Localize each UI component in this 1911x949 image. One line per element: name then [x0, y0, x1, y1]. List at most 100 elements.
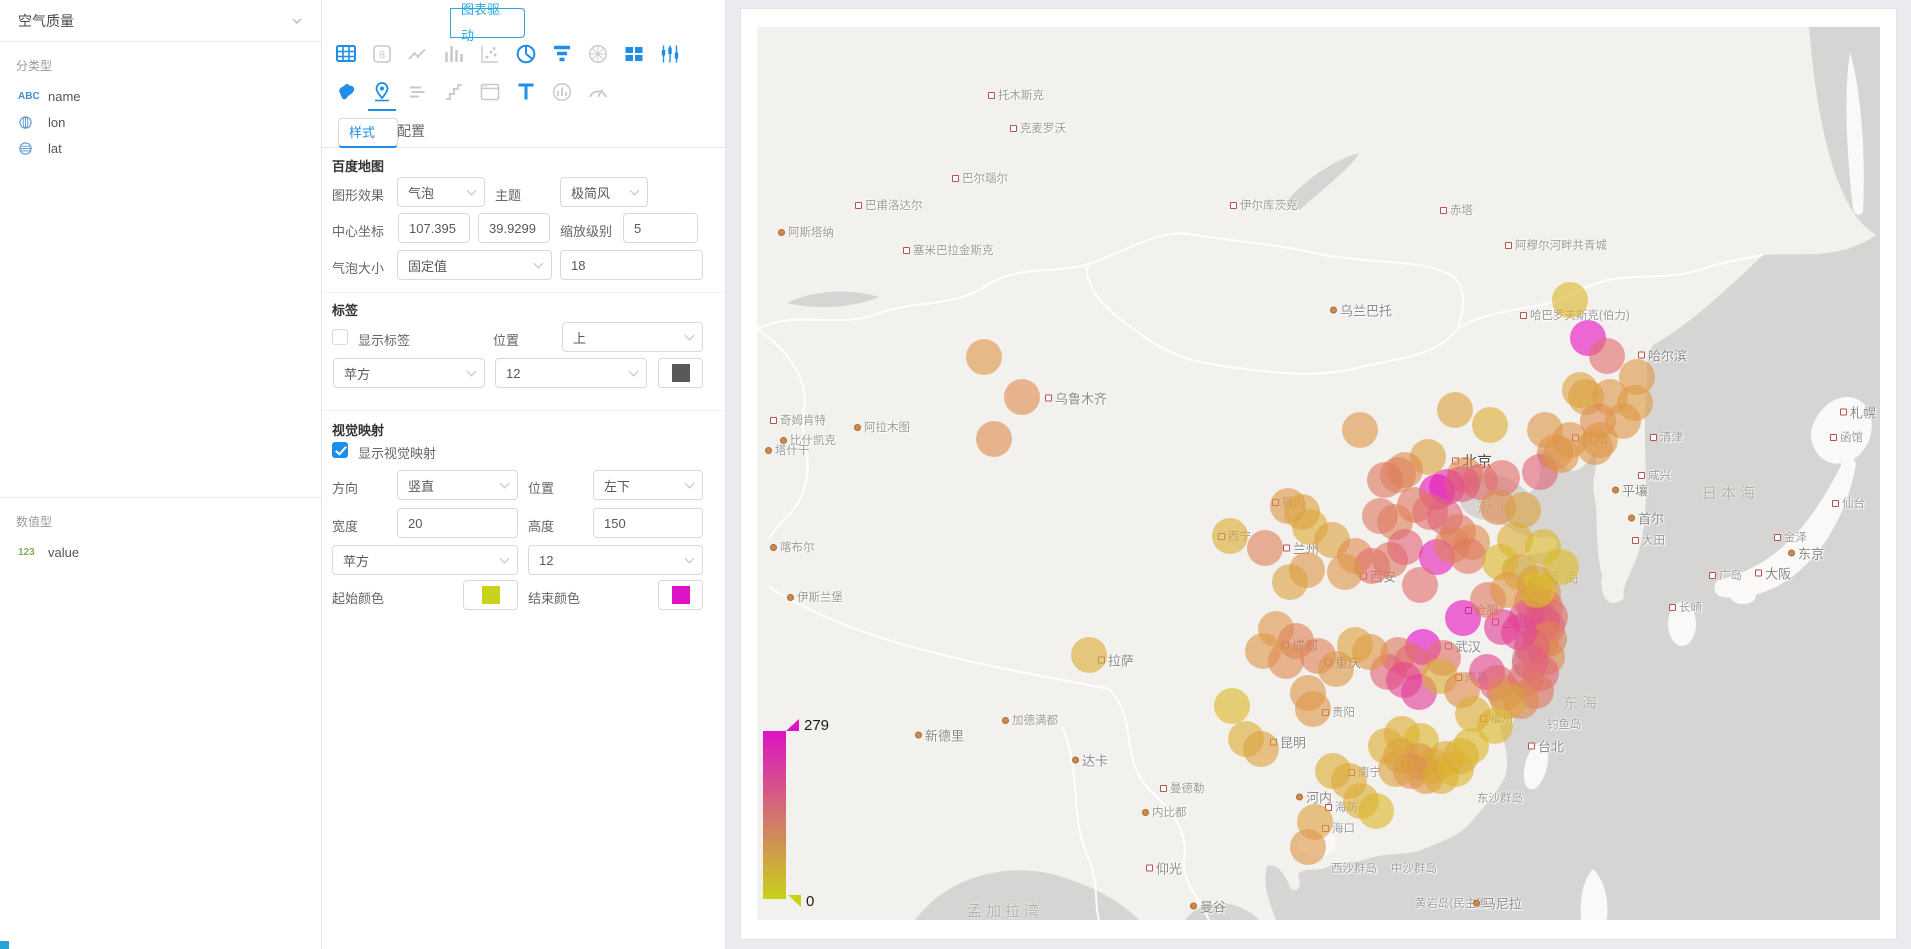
chart-ball-icon[interactable] [551, 81, 573, 103]
map-data-bubble [1552, 282, 1588, 318]
map-city-label-text: 首尔 [1638, 511, 1665, 527]
bar-chart-icon[interactable] [443, 43, 465, 65]
vm-height-input[interactable] [593, 508, 703, 538]
vm-end-color-button[interactable] [658, 580, 703, 610]
city-marker-icon [1230, 201, 1237, 209]
field-label: value [48, 544, 80, 560]
show-label-checkbox[interactable] [332, 329, 348, 345]
map-city-label-text: 平壤 [1622, 483, 1649, 499]
bubble-size-mode-select[interactable]: 固定值 [397, 250, 552, 280]
vm-start-color-button[interactable] [463, 580, 518, 610]
vm-direction-label: 方向 [332, 481, 359, 496]
label-font-size-select[interactable]: 12 [495, 358, 647, 388]
map-city-label-text: 塞米巴拉金斯克 [913, 245, 994, 257]
vm-font-size-select[interactable]: 12 [528, 545, 703, 575]
location-map-icon[interactable] [368, 81, 396, 111]
center-lon-input[interactable] [398, 213, 470, 243]
zoom-level-input[interactable] [623, 213, 698, 243]
map-city-label-text: 奇姆肯特 [780, 415, 826, 427]
city-marker-icon [1638, 471, 1645, 479]
map-city-label-text: 函馆 [1840, 432, 1863, 444]
chart-driven-button[interactable]: 图表驱动 [450, 2, 526, 43]
map-city-label-text: 海口 [1332, 823, 1355, 835]
label-color-button[interactable] [658, 358, 703, 388]
map-city-label: 加德满都 [1002, 712, 1058, 728]
dataset-selector[interactable]: 空气质量 [0, 0, 321, 42]
capital-marker-icon [1330, 306, 1337, 314]
city-marker-icon [903, 246, 910, 254]
table-icon[interactable] [335, 43, 357, 65]
section-title-label: 标签 [332, 303, 359, 318]
gauge-icon[interactable] [587, 81, 609, 103]
map-city-label-text: 乌兰巴托 [1340, 303, 1393, 319]
map-city-label: 仙台 [1832, 495, 1865, 511]
chevron-down-icon [499, 553, 510, 564]
city-marker-icon [1283, 544, 1290, 552]
vm-direction-select[interactable]: 竖直 [397, 470, 518, 500]
vm-position-select[interactable]: 左下 [593, 470, 703, 500]
bubble-size-label: 气泡大小 [332, 261, 385, 276]
capital-marker-icon [1628, 514, 1635, 522]
label-position-select[interactable]: 上 [562, 322, 703, 352]
tab-style[interactable]: 样式 [338, 118, 399, 148]
map-city-label-text: 拉萨 [1108, 653, 1135, 669]
chevron-down-icon [533, 258, 544, 269]
chevron-down-icon [291, 15, 303, 27]
map-city-label-text: 台北 [1538, 739, 1565, 755]
step-chart-icon[interactable] [443, 81, 465, 103]
city-marker-icon [770, 416, 777, 424]
field-item-value[interactable]: 123 value [0, 539, 321, 565]
word-cloud-icon[interactable] [407, 81, 429, 103]
map-data-bubble [1444, 466, 1480, 502]
visual-map-max-handle[interactable] [786, 719, 799, 731]
pie-chart-icon[interactable] [515, 43, 537, 65]
vm-width-input[interactable] [397, 508, 518, 538]
scatter-chart-icon[interactable] [479, 43, 501, 65]
map-city-label-text: 伊尔库茨克 [1240, 200, 1298, 212]
vm-start-color-swatch [481, 586, 500, 604]
vm-font-select[interactable]: 苹方 [332, 545, 518, 575]
chart-type-toolbar-row2 [335, 81, 623, 111]
radar-chart-icon[interactable] [587, 43, 609, 65]
map-data-bubble [1272, 564, 1308, 600]
chart-type-toolbar-row1: 8 [335, 43, 695, 65]
theme-select[interactable]: 极简风 [560, 177, 648, 207]
field-item-name[interactable]: ABC name [0, 83, 321, 109]
kline-chart-icon[interactable] [659, 43, 681, 65]
number-card-icon[interactable]: 8 [371, 43, 393, 65]
field-item-lat[interactable]: lat [0, 135, 321, 161]
cross-table-icon[interactable] [623, 43, 645, 65]
field-item-lon[interactable]: lon [0, 109, 321, 135]
city-marker-icon [1830, 433, 1837, 441]
capital-marker-icon [1142, 808, 1149, 816]
visual-map-min-handle[interactable] [788, 895, 801, 907]
map-city-label: 东沙群岛 [1477, 790, 1523, 806]
map-data-bubble [1295, 691, 1331, 727]
tab-setting[interactable]: 配置 [397, 118, 425, 148]
label-font-select[interactable]: 苹方 [333, 358, 485, 388]
map-data-bubble [1358, 793, 1394, 829]
config-tabs: 数据样式配置 [322, 118, 725, 148]
capital-marker-icon [1072, 756, 1079, 764]
map-city-label: 伊尔库茨克 [1230, 197, 1298, 213]
map-city-label: 阿拉木图 [854, 419, 910, 435]
iframe-icon[interactable] [479, 81, 501, 103]
funnel-chart-icon[interactable] [551, 43, 573, 65]
map-city-label: 曼谷 [1190, 897, 1226, 916]
map-data-bubble [1577, 429, 1613, 465]
map-data-bubble [1212, 518, 1248, 554]
line-chart-icon[interactable] [407, 43, 429, 65]
city-marker-icon [1774, 533, 1781, 541]
text-icon[interactable] [515, 81, 537, 103]
show-visual-map-checkbox[interactable] [332, 442, 348, 458]
city-marker-icon [1650, 433, 1657, 441]
china-map-icon[interactable] [335, 81, 357, 103]
map-data-bubble [1437, 392, 1473, 428]
map-city-label: 广岛 [1709, 567, 1742, 583]
baidu-map-canvas[interactable]: 渤海黄海东海日本海孟加拉湾 托木斯克克麦罗沃巴尔瑙尔巴甫洛达尔阿斯塔纳塞米巴拉金… [757, 27, 1880, 920]
shape-select[interactable]: 气泡 [397, 177, 485, 207]
center-lat-input[interactable] [478, 213, 550, 243]
map-city-label-text: 大田 [1642, 535, 1665, 547]
bubble-size-input[interactable] [560, 250, 703, 280]
zoom-level-label: 缩放级别 [560, 224, 613, 239]
